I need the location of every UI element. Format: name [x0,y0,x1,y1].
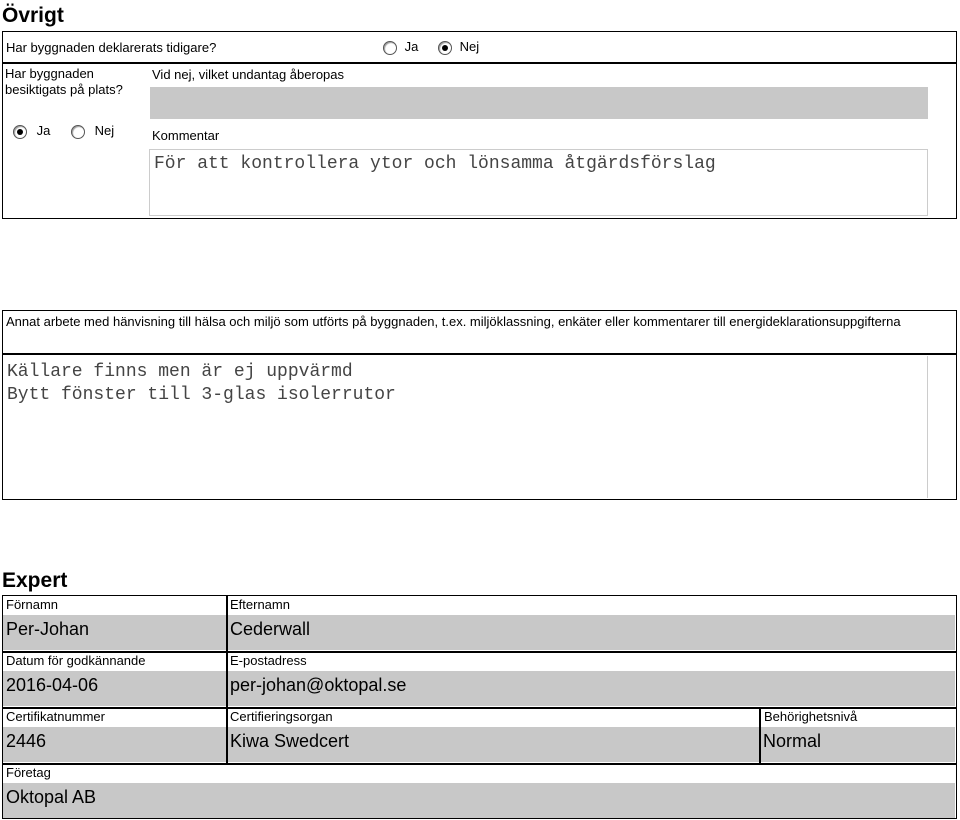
approval-date-label: Datum för godkännande [6,653,146,668]
radio-checked-icon[interactable] [13,124,27,139]
email-field[interactable]: per-johan@oktopal.se [228,671,955,706]
inspected-question: Har byggnaden besiktigats på plats? [5,66,123,97]
level-field[interactable]: Normal [761,727,955,762]
radio-label: Ja [36,123,51,138]
radio-label: Nej [94,123,115,138]
first-name-field[interactable]: Per-Johan [3,615,226,650]
divider [2,62,957,64]
approval-date-field[interactable]: 2016-04-06 [3,671,226,706]
company-field[interactable]: Oktopal AB [3,783,955,818]
cert-number-field[interactable]: 2446 [3,727,226,762]
section-title-expert: Expert [2,569,68,592]
first-name-label: Förnamn [6,597,59,612]
declared-question: Har byggnaden deklarerats tidigare? [6,40,217,55]
declared-yes-option[interactable]: Ja [383,39,418,55]
company-label: Företag [6,765,51,780]
radio-icon[interactable] [71,124,85,139]
email-label: E-postadress [230,653,307,668]
annat-field[interactable]: Källare finns men är ej uppvärmd Bytt fö… [3,356,928,498]
level-label: Behörighetsnivå [764,709,858,724]
inspected-no-option[interactable]: Nej [71,123,114,139]
cert-body-label: Certifieringsorgan [230,709,333,724]
radio-label: Nej [459,39,480,54]
inspected-yes-option[interactable]: Ja [13,123,50,139]
radio-icon[interactable] [383,40,397,55]
annat-line: Bytt fönster till 3-glas isolerrutor [7,385,396,405]
last-name-field[interactable]: Cederwall [228,615,955,650]
cert-body-field[interactable]: Kiwa Swedcert [228,727,759,762]
comment-field[interactable]: För att kontrollera ytor och lönsamma åt… [149,149,928,216]
exception-label: Vid nej, vilket undantag åberopas [152,67,345,82]
divider [2,353,957,355]
cert-number-label: Certifikatnummer [6,709,105,724]
comment-text: För att kontrollera ytor och lönsamma åt… [154,154,716,174]
divider [2,763,957,765]
declared-no-option[interactable]: Nej [438,39,479,55]
annat-label: Annat arbete med hänvisning till hälsa o… [6,314,901,329]
radio-checked-icon[interactable] [438,40,452,55]
section-title-ovrigt: Övrigt [2,4,64,27]
comment-label: Kommentar [152,128,220,143]
annat-line: Källare finns men är ej uppvärmd [7,362,353,382]
exception-field[interactable] [150,87,928,119]
radio-label: Ja [404,39,419,54]
last-name-label: Efternamn [230,597,290,612]
